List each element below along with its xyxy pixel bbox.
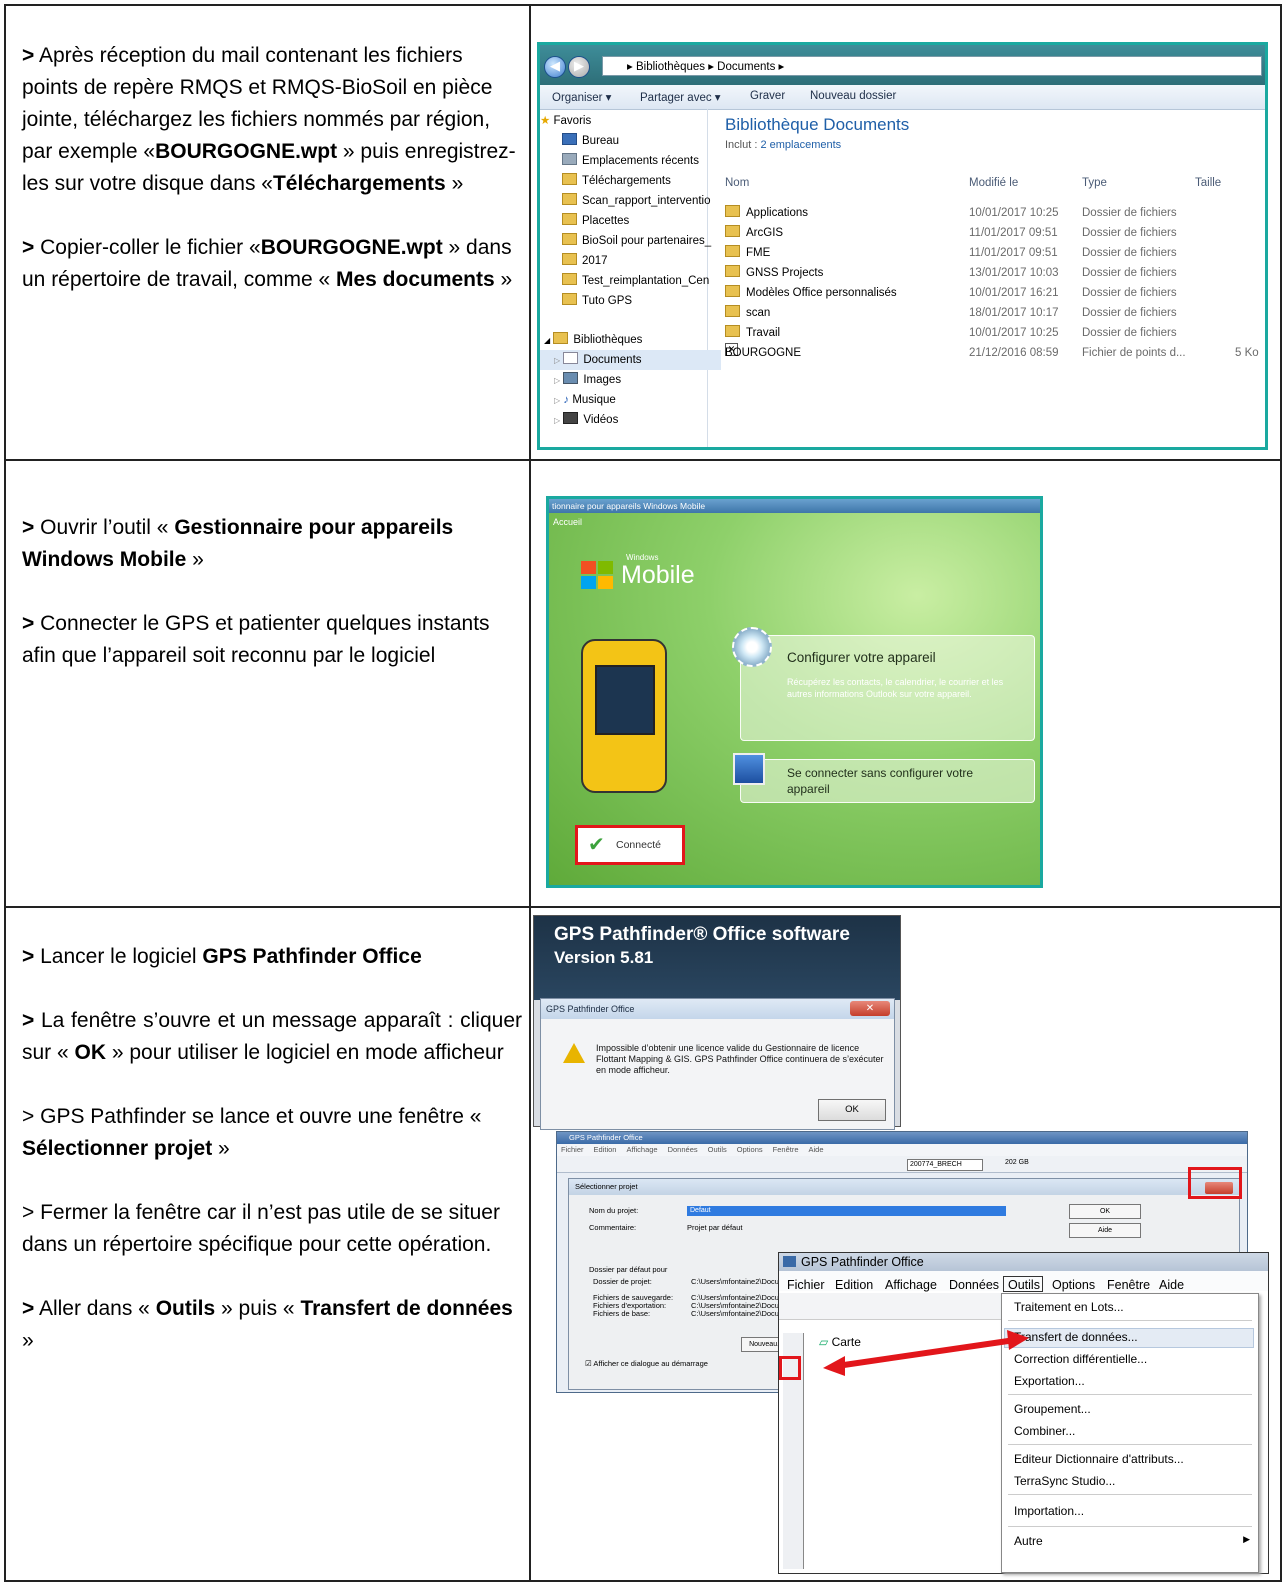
transfer-icon-highlight (779, 1356, 801, 1380)
nav-item[interactable]: 2017 (540, 251, 729, 271)
instruction-launch: > Lancer le logiciel GPS Pathfinder Offi… (22, 945, 422, 968)
configure-device-card[interactable]: Configurer votre appareil Récupérez les … (740, 635, 1035, 741)
menu-item-terrasync[interactable]: TerraSync Studio... (1014, 1474, 1115, 1488)
submenu-arrow-icon: ▶ (1243, 1534, 1250, 1544)
windows-mobile-logo: Windows Mobile (621, 553, 695, 589)
forward-icon[interactable]: ▶ (568, 56, 590, 78)
menu-item-import[interactable]: Importation... (1014, 1504, 1084, 1518)
outils-selected-frame (1003, 1276, 1043, 1292)
column-header-type[interactable]: Type (1082, 177, 1107, 189)
red-arrow-icon (823, 1330, 1029, 1376)
row3-text: > Lancer le logiciel GPS Pathfinder Offi… (22, 941, 522, 1389)
connect-without-setup-card[interactable]: Se connecter sans configurer votre appar… (740, 759, 1035, 803)
tools-toolbar (779, 1293, 1001, 1320)
disk-space: 202 GB (1005, 1159, 1029, 1166)
file-row[interactable]: scan 18/01/2017 10:17 Dossier de fichiers (725, 303, 1275, 323)
file-row[interactable]: Modèles Office personnalisés 10/01/2017 1… (725, 283, 1275, 303)
startup-checkbox[interactable]: ☑ Afficher ce dialogue au démarrage (585, 1359, 708, 1368)
project-combo[interactable]: 200774_BRECH (907, 1159, 983, 1171)
gear-icon (732, 627, 772, 667)
music-icon: ♪ (563, 394, 570, 406)
close-icon[interactable]: ✕ (850, 1001, 890, 1016)
instruction-close: > Fermer la fenêtre car il n’est pas uti… (22, 1201, 500, 1256)
nav-item[interactable]: Emplacements récents (540, 151, 729, 171)
menu-item-dictionary[interactable]: Editeur Dictionnaire d'attributs... (1014, 1452, 1184, 1466)
main-menu: Fichier Edition Affichage Données Outils Opti… (557, 1144, 1247, 1156)
file-pane: Bibliothèque Documents Inclut : 2 emplac… (709, 109, 1265, 447)
tools-dropdown-menu: Traitement en Lots... Transfert de donné… (1001, 1293, 1259, 1573)
library-title: Bibliothèque Documents (725, 115, 910, 134)
file-row[interactable]: FME 11/01/2017 09:51 Dossier de fichiers (725, 243, 1275, 263)
explorer-toolbar: Organiser ▾ Partager avec ▾ Graver Nouve… (540, 85, 1265, 110)
checkmark-icon: ✔ (588, 834, 605, 856)
instruction-ok: > La fenêtre s’ouvre et un message appar… (22, 1009, 522, 1064)
nav-item[interactable]: Tuto GPS (540, 291, 729, 311)
column-divider (529, 4, 531, 1582)
instruction-download: > Après réception du mail contenant les … (22, 44, 516, 195)
row2-text: > Ouvrir l’outil « Gestionnaire pour app… (22, 512, 522, 704)
nav-favorites[interactable]: ★ Favoris (540, 111, 707, 131)
menu-item-combine[interactable]: Combiner... (1014, 1424, 1075, 1438)
wm-device-center: tionnaire pour appareils Windows Mobile … (546, 496, 1043, 888)
back-icon[interactable]: ◀ (544, 56, 566, 78)
windows-flag-icon (581, 561, 615, 591)
menu-item-batch[interactable]: Traitement en Lots... (1014, 1300, 1124, 1314)
instruction-copy: > Copier-coller le fichier «BOURGOGNE.wp… (22, 236, 513, 291)
instruction-connect-gps: > Connecter le GPS et patienter quelques… (22, 612, 490, 667)
navigation-pane: ★ Favoris Bureau Emplacements récents Té… (540, 109, 721, 447)
main-toolbar (557, 1156, 1247, 1173)
file-row[interactable]: GNSS Projects 13/01/2017 10:03 Dossier de … (725, 263, 1275, 283)
address-input[interactable]: ▸ Bibliothèques ▸ Documents ▸ (602, 56, 1262, 76)
nav-item[interactable]: BioSoil pour partenaires_ (540, 231, 729, 251)
project-name-select[interactable]: Defaut (687, 1206, 1006, 1216)
nav-item[interactable]: Téléchargements (540, 171, 729, 191)
pathfinder-tools-window: GPS Pathfinder Office Fichier Edition Af… (778, 1252, 1269, 1574)
nav-videos[interactable]: ▷ Vidéos (540, 410, 721, 430)
column-header-size[interactable]: Taille (1195, 177, 1221, 189)
nav-libraries[interactable]: ◢ Bibliothèques (540, 330, 711, 350)
nav-item[interactable]: Bureau (540, 131, 729, 151)
organize-button[interactable]: Organiser ▾ (552, 90, 611, 104)
ok-button[interactable]: OK (1069, 1204, 1141, 1219)
instruction-tools: > Aller dans « Outils » puis « Transfert… (22, 1297, 513, 1352)
license-dialog: GPS Pathfinder Office ✕ Impossible d’obt… (540, 998, 895, 1130)
library-subtitle: Inclut : 2 emplacements (725, 139, 842, 151)
nav-images[interactable]: ▷ Images (540, 370, 721, 390)
connected-status: ✔ Connecté (575, 825, 685, 865)
file-row[interactable]: ✕ BOURGOGNE 21/12/2016 08:59 Fichier de poi… (725, 343, 1275, 363)
wm-title-bar: tionnaire pour appareils Windows Mobile (549, 499, 1040, 513)
nav-item[interactable]: Placettes (540, 211, 729, 231)
row1-text: > Après réception du mail contenant les … (22, 40, 522, 328)
menu-item-other[interactable]: Autre (1014, 1534, 1043, 1548)
menu-item-group[interactable]: Groupement... (1014, 1402, 1091, 1416)
nav-documents[interactable]: ▷ Documents (540, 350, 721, 370)
computer-icon (733, 753, 765, 785)
new-folder-button[interactable]: Nouveau dossier (810, 90, 896, 102)
file-row[interactable]: ArcGIS 11/01/2017 09:51 Dossier de fichier… (725, 223, 1275, 243)
burn-button[interactable]: Graver (750, 90, 785, 102)
help-button[interactable]: Aide (1069, 1223, 1141, 1238)
column-header-name[interactable]: Nom (725, 177, 749, 189)
gps-device-image (581, 639, 667, 793)
warning-icon (563, 1043, 585, 1063)
nav-item[interactable]: Test_reimplantation_Cen (540, 271, 729, 291)
row-divider (4, 459, 1282, 461)
instruction-open-tool: > Ouvrir l’outil « Gestionnaire pour app… (22, 516, 454, 571)
ok-button[interactable]: OK (818, 1099, 886, 1121)
share-button[interactable]: Partager avec ▾ (640, 90, 721, 104)
file-row[interactable]: Applications 10/01/2017 10:25 Dossier de f… (725, 203, 1275, 223)
close-highlight (1188, 1167, 1242, 1199)
row-divider (4, 906, 1282, 908)
explorer-window: ◀ ▶ ▸ Bibliothèques ▸ Documents ▸ Organi… (537, 42, 1268, 450)
address-bar-area: ◀ ▶ ▸ Bibliothèques ▸ Documents ▸ (540, 45, 1265, 85)
locations-link[interactable]: 2 emplacements (760, 139, 841, 151)
tools-window-title: GPS Pathfinder Office (779, 1253, 1268, 1271)
instruction-select-project: > GPS Pathfinder se lance et ouvre une f… (22, 1105, 482, 1160)
nav-item[interactable]: Scan_rapport_interventio (540, 191, 729, 211)
file-row[interactable]: Travail 10/01/2017 10:25 Dossier de fichie… (725, 323, 1275, 343)
wm-home-link[interactable]: Accueil (549, 513, 1040, 531)
menu-item-differential[interactable]: Correction différentielle... (1014, 1352, 1147, 1366)
column-header-modified[interactable]: Modifié le (969, 177, 1018, 189)
nav-music[interactable]: ▷ ♪ Musique (540, 390, 721, 410)
